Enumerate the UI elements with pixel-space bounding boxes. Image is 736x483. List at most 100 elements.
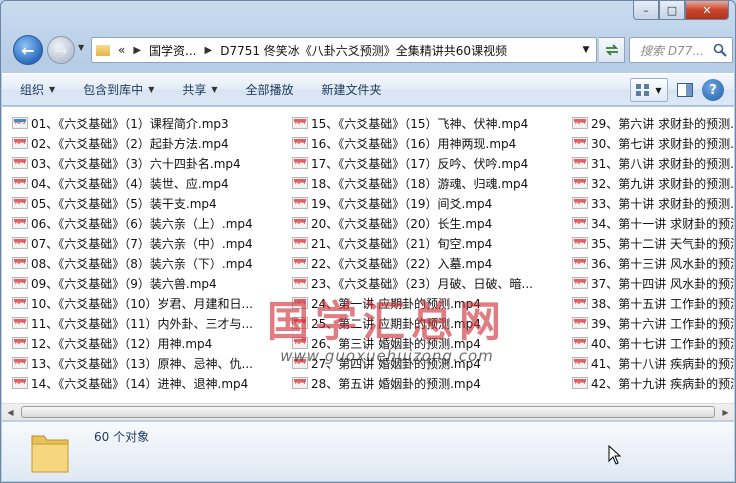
minimize-button[interactable]: – [633,1,659,20]
mp4-file-icon: MP4 [572,237,588,249]
mp4-file-icon: MP4 [292,177,308,189]
horizontal-scrollbar[interactable]: ◀ ▶ [2,403,734,420]
file-name: 21、《六爻基础》（21）旬空.mp4 [311,236,493,251]
file-name: 15、《六爻基础》（15）飞神、伏神.mp4 [311,116,529,131]
caption-buttons: – □ ✕ [633,1,729,21]
mp3-file-icon: MP3 [12,117,28,129]
file-item[interactable]: MP434、第十一讲 求财卦的预测.mp4 [572,213,734,233]
file-item[interactable]: MP441、第十八讲 疾病卦的预测.mp4 [572,353,734,373]
mp4-file-icon: MP4 [12,377,28,389]
file-item[interactable]: MP442、第十九讲 疾病卦的预测.mp4 [572,373,734,393]
recent-pages-dropdown[interactable]: ▼ [78,43,84,52]
scrollbar-thumb[interactable] [21,406,715,418]
file-name: 16、《六爻基础》（16）用神两现.mp4 [311,136,517,151]
scroll-right-icon[interactable]: ▶ [717,404,734,420]
mp4-file-icon: MP4 [292,217,308,229]
file-name: 42、第十九讲 疾病卦的预测.mp4 [591,376,734,391]
mp4-file-icon: MP4 [12,157,28,169]
play-all-button[interactable]: 全部播放 [246,81,294,98]
file-item[interactable]: MP4 23、《六爻基础》（23）月破、日破、暗... [292,273,564,293]
file-item[interactable]: MP4 07、《六爻基础》（7）装六亲（中）.mp4 [12,233,284,253]
mp4-file-icon: MP4 [572,357,588,369]
file-item[interactable]: MP438、第十五讲 工作卦的预测.mp4 [572,293,734,313]
refresh-button[interactable] [599,37,625,63]
file-item[interactable]: MP4 09、《六爻基础》（9）装六兽.mp4 [12,273,284,293]
file-item[interactable]: MP4 06、《六爻基础》（6）装六亲（上）.mp4 [12,213,284,233]
forward-button[interactable]: → [47,36,75,64]
file-item[interactable]: MP4 03、《六爻基础》（3）六十四卦名.mp4 [12,153,284,173]
new-folder-button[interactable]: 新建文件夹 [322,81,382,98]
file-name: 14、《六爻基础》（14）进神、退神.mp4 [31,376,249,391]
address-dropdown-icon[interactable]: ▼ [578,41,594,59]
file-name: 18、《六爻基础》（18）游魂、归魂.mp4 [311,176,529,191]
breadcrumb-current[interactable]: D7751 佟笑冰《八卦六爻预测》全集精讲共60课视频 [220,42,507,59]
include-in-library-menu[interactable]: 包含到库中 ▼ [83,81,154,98]
mp4-file-icon: MP4 [12,317,28,329]
file-item[interactable]: MP433、第十讲 求财卦的预测.mp4 [572,193,734,213]
file-item[interactable]: MP435、第十二讲 天气卦的预测.mp4 [572,233,734,253]
close-button[interactable]: ✕ [685,1,729,20]
search-input[interactable]: 搜索 D77... [629,37,733,63]
file-item[interactable]: MP4 21、《六爻基础》（21）旬空.mp4 [292,233,564,253]
file-item[interactable]: MP436、第十三讲 风水卦的预测.mp4 [572,253,734,273]
file-item[interactable]: MP431、第八讲 求财卦的预测.mp4 [572,153,734,173]
search-placeholder: 搜索 D77... [640,43,704,58]
organize-menu[interactable]: 组织 ▼ [20,81,55,98]
address-overflow-chevron[interactable]: « [118,43,125,57]
file-item[interactable]: MP4 14、《六爻基础》（14）进神、退神.mp4 [12,373,284,393]
file-list[interactable]: MP3 01、《六爻基础》（1）课程简介.mp3 MP4 02、《六爻基础》（2）起卦… [2,107,734,403]
mp4-file-icon: MP4 [292,117,308,129]
watermark: 国学汇总网 www.guoxuehuizong.com [222,299,552,366]
file-item[interactable]: MP4 19、《六爻基础》（19）间爻.mp4 [292,193,564,213]
mouse-cursor-icon [608,445,622,465]
preview-pane-button[interactable] [674,79,696,101]
file-name: 40、第十七讲 工作卦的预测.mp4 [591,336,734,351]
file-item[interactable]: MP4 22、《六爻基础》（22）入墓.mp4 [292,253,564,273]
mp4-file-icon: MP4 [12,277,28,289]
file-column-3: MP429、第六讲 求财卦的预测.mp4MP430、第七讲 求财卦的预测.mp4… [572,113,734,393]
navigation-bar: ← → ▼ « ▶ 国学资... ▶ D7751 佟笑冰《八卦六爻预测》全集精讲… [9,33,733,67]
file-name: 03、《六爻基础》（3）六十四卦名.mp4 [31,156,241,171]
breadcrumb-separator-icon[interactable]: ▶ [205,45,213,56]
file-item[interactable]: MP4 08、《六爻基础》（8）装六亲（下）.mp4 [12,253,284,273]
file-item[interactable]: MP439、第十六讲 工作卦的预测.mp4 [572,313,734,333]
file-name: 05、《六爻基础》（5）装干支.mp4 [31,196,217,211]
share-menu[interactable]: 共享 ▼ [182,81,217,98]
mp4-file-icon: MP4 [572,277,588,289]
file-item[interactable]: MP4 20、《六爻基础》（20）长生.mp4 [292,213,564,233]
maximize-button[interactable]: □ [659,1,685,20]
mp4-file-icon: MP4 [572,177,588,189]
file-item[interactable]: MP4 28、第五讲 婚姻卦的预测.mp4 [292,373,564,393]
help-button[interactable]: ? [702,79,724,101]
file-item[interactable]: MP432、第九讲 求财卦的预测.mp4 [572,173,734,193]
file-item[interactable]: MP4 05、《六爻基础》（5）装干支.mp4 [12,193,284,213]
file-name: 08、《六爻基础》（8）装六亲（下）.mp4 [31,256,253,271]
command-bar: 组织 ▼ 包含到库中 ▼ 共享 ▼ 全部播放 新建文件夹 ▼ ? [2,73,734,106]
file-item[interactable]: MP3 01、《六爻基础》（1）课程简介.mp3 [12,113,284,133]
file-name: 39、第十六讲 工作卦的预测.mp4 [591,316,734,331]
object-count: 60 个对象 [94,430,150,444]
address-bar[interactable]: « ▶ 国学资... ▶ D7751 佟笑冰《八卦六爻预测》全集精讲共60课视频… [91,37,597,63]
file-item[interactable]: MP437、第十四讲 风水卦的预测.mp4 [572,273,734,293]
file-item[interactable]: MP429、第六讲 求财卦的预测.mp4 [572,113,734,133]
include-in-library-label: 包含到库中 [83,83,144,97]
file-item[interactable]: MP4 16、《六爻基础》（16）用神两现.mp4 [292,133,564,153]
breadcrumb-separator-icon[interactable]: ▶ [133,45,141,56]
back-button[interactable]: ← [13,35,43,65]
mp4-file-icon: MP4 [572,337,588,349]
scroll-left-icon[interactable]: ◀ [2,404,19,420]
mp4-file-icon: MP4 [572,377,588,389]
file-item[interactable]: MP440、第十七讲 工作卦的预测.mp4 [572,333,734,353]
file-name: 30、第七讲 求财卦的预测.mp4 [591,136,734,151]
file-item[interactable]: MP430、第七讲 求财卦的预测.mp4 [572,133,734,153]
change-view-button[interactable]: ▼ [630,78,668,102]
file-item[interactable]: MP4 17、《六爻基础》（17）反吟、伏吟.mp4 [292,153,564,173]
file-item[interactable]: MP4 04、《六爻基础》（4）装世、应.mp4 [12,173,284,193]
breadcrumb-parent[interactable]: 国学资... [149,42,196,59]
file-item[interactable]: MP4 18、《六爻基础》（18）游魂、归魂.mp4 [292,173,564,193]
organize-label: 组织 [20,83,45,97]
file-item[interactable]: MP4 15、《六爻基础》（15）飞神、伏神.mp4 [292,113,564,133]
search-icon[interactable] [713,43,727,57]
file-item[interactable]: MP4 02、《六爻基础》（2）起卦方法.mp4 [12,133,284,153]
watermark-url: www.guoxuehuizong.com [280,347,494,365]
